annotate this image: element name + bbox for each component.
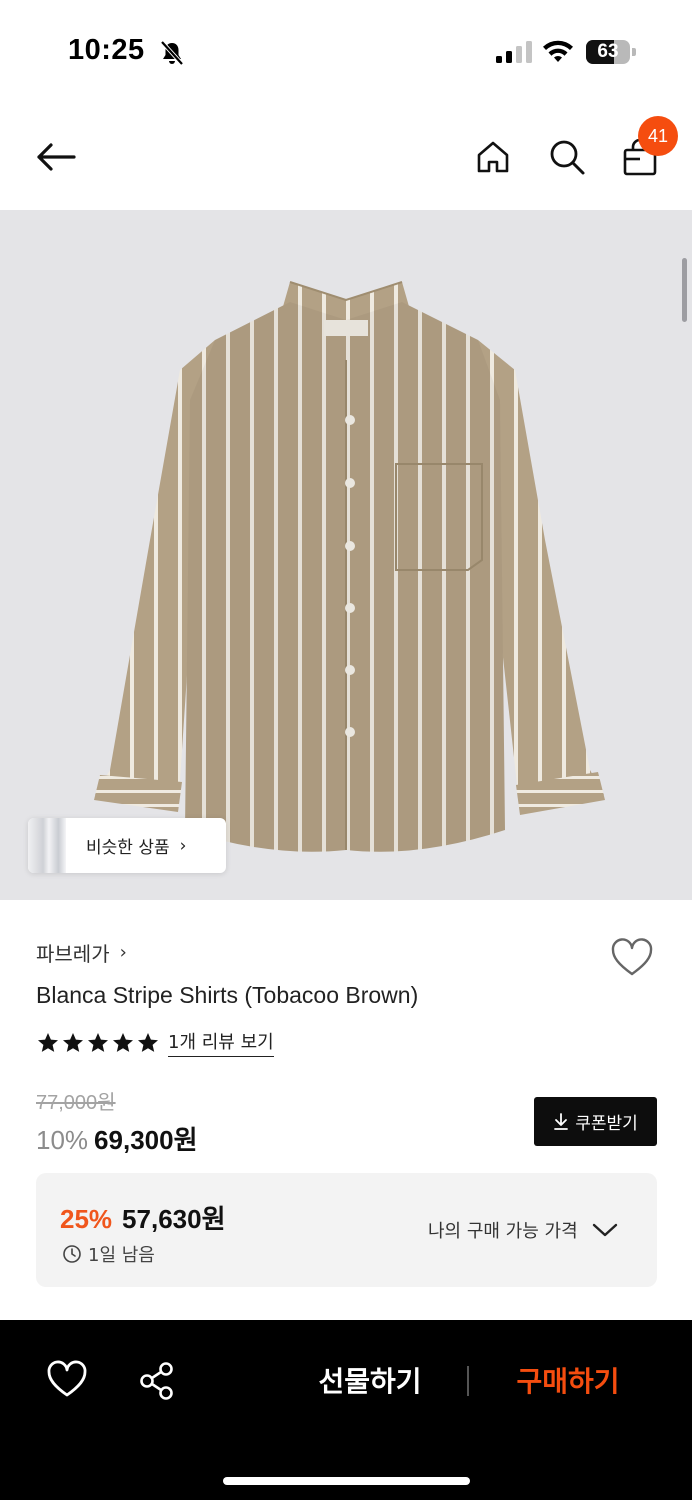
- status-bar: 10:25 63: [0, 0, 692, 100]
- bell-slash-icon: [160, 40, 184, 66]
- gift-button[interactable]: 선물하기: [290, 1360, 450, 1404]
- wishlist-heart-icon[interactable]: [610, 938, 654, 978]
- product-image[interactable]: [0, 210, 692, 900]
- time-left-row: 1일 남음: [62, 1241, 155, 1267]
- coupon-label: 쿠폰받기: [575, 1114, 638, 1134]
- coupon-button[interactable]: 쿠폰받기: [534, 1097, 657, 1146]
- best-discount: 25%: [60, 1204, 113, 1234]
- download-icon: [554, 1112, 569, 1130]
- home-button[interactable]: [472, 134, 514, 180]
- buy-button[interactable]: 구매하기: [488, 1360, 648, 1404]
- best-price-row: 25% 57,630원: [60, 1199, 226, 1236]
- heart-icon[interactable]: [46, 1360, 88, 1400]
- top-navigation: [0, 110, 692, 210]
- star-icon: [38, 1032, 58, 1052]
- bottom-action-bar: 선물하기 구매하기: [0, 1320, 692, 1500]
- share-icon[interactable]: [136, 1360, 178, 1402]
- wifi-icon: [543, 40, 573, 62]
- best-price: 57,630원: [122, 1204, 226, 1234]
- chevron-right-icon: ›: [179, 835, 187, 856]
- product-name: Blanca Stripe Shirts (Tobacoo Brown): [36, 982, 419, 1008]
- search-button[interactable]: [546, 134, 588, 180]
- best-price-box[interactable]: 25% 57,630원 1일 남음 나의 구매 가능 가격: [36, 1173, 657, 1287]
- back-arrow-icon: [37, 143, 76, 171]
- brand-name: 파브레가: [36, 942, 110, 966]
- my-price-link[interactable]: 나의 구매 가능 가격: [428, 1217, 618, 1243]
- star-rating: [36, 1031, 160, 1055]
- brand-link[interactable]: 파브레가 ›: [36, 938, 127, 967]
- rating-row: 1개 리뷰 보기: [36, 1028, 274, 1057]
- time-left: 1일 남음: [88, 1245, 155, 1266]
- star-icon: [63, 1032, 83, 1052]
- original-price: 77,000원: [36, 1092, 116, 1114]
- home-icon: [477, 141, 509, 173]
- discount-rate: 10%: [36, 1125, 89, 1155]
- shirt-image: [94, 281, 605, 852]
- review-link[interactable]: 1개 리뷰 보기: [168, 1028, 274, 1057]
- cart-count-badge: 41: [638, 116, 678, 156]
- battery-indicator: 63: [586, 40, 636, 64]
- status-time: 10:25: [68, 34, 145, 66]
- back-button[interactable]: [30, 134, 82, 180]
- similar-thumbnail: [28, 818, 66, 873]
- home-indicator[interactable]: [223, 1477, 470, 1485]
- divider: [467, 1366, 469, 1396]
- star-icon: [138, 1032, 158, 1052]
- search-icon: [550, 140, 585, 175]
- similar-label: 비슷한 상품: [86, 838, 170, 858]
- star-icon: [113, 1032, 133, 1052]
- star-icon: [88, 1032, 108, 1052]
- signal-icon: [496, 41, 532, 63]
- sale-price: 69,300원: [94, 1125, 198, 1155]
- battery-percent: 63: [597, 41, 619, 62]
- similar-products-button[interactable]: 비슷한 상품 ›: [28, 818, 226, 873]
- my-price-label: 나의 구매 가능 가격: [428, 1221, 578, 1242]
- price-row: 10% 69,300원: [36, 1120, 198, 1157]
- chevron-down-icon: [592, 1223, 617, 1237]
- chevron-right-icon: ›: [119, 942, 127, 963]
- scroll-indicator[interactable]: [682, 258, 687, 322]
- clock-icon: [63, 1245, 81, 1263]
